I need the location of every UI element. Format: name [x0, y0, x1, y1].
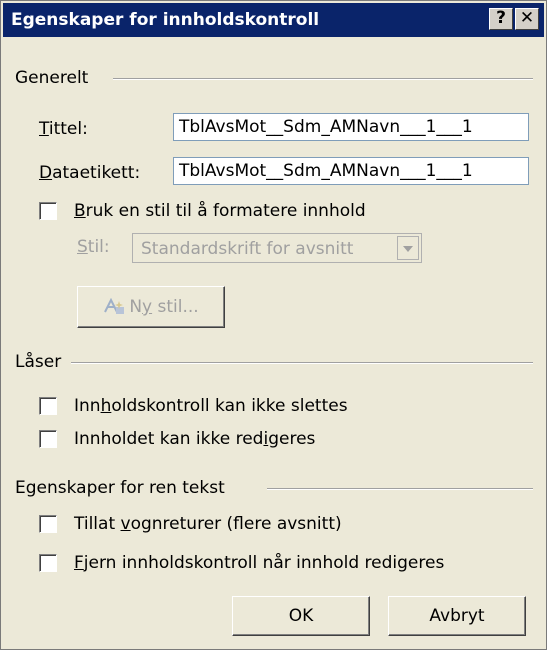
tag-label: Dataetikett: [39, 163, 141, 183]
remove-control-checkbox-row[interactable]: Fjern innholdskontroll når innhold redig… [39, 551, 444, 575]
remove-control-label: Fjern innholdskontroll når innhold redig… [74, 553, 445, 573]
new-style-button[interactable]: Ny stil... [77, 286, 225, 328]
tag-input[interactable]: TblAvsMot__Sdm_AMNavn___1___1 [173, 157, 529, 185]
title-label: Tittel: [39, 119, 88, 139]
remove-control-checkbox[interactable] [39, 554, 57, 572]
title-bar[interactable]: Egenskaper for innholdskontroll ? ✕ [3, 3, 544, 37]
cannot-edit-label: Innholdet kan ikke redigeres [74, 429, 316, 449]
content-control-properties-dialog: Egenskaper for innholdskontroll ? ✕ Gene… [0, 0, 547, 650]
help-button[interactable]: ? [489, 8, 513, 30]
group-header-locking: Låser [15, 352, 62, 372]
title-input[interactable]: TblAvsMot__Sdm_AMNavn___1___1 [173, 113, 529, 141]
style-dropdown-value: Standardskrift for avsnitt [141, 239, 354, 259]
dialog-title: Egenskaper for innholdskontroll [11, 10, 320, 30]
cancel-button[interactable]: Avbryt [388, 596, 526, 636]
style-label: Stil: [77, 237, 110, 257]
group-header-plain-text: Egenskaper for ren tekst [15, 478, 225, 498]
use-style-checkbox[interactable] [39, 202, 57, 220]
cannot-edit-checkbox-row[interactable]: Innholdet kan ikke redigeres [39, 427, 315, 451]
allow-returns-checkbox-row[interactable]: Tillat vognreturer (flere avsnitt) [39, 512, 342, 536]
group-divider [267, 488, 533, 490]
new-style-label: Ny stil... [129, 297, 199, 317]
cannot-delete-label: Innholdskontroll kan ikke slettes [74, 396, 348, 416]
close-button[interactable]: ✕ [515, 8, 539, 30]
cannot-edit-checkbox[interactable] [39, 430, 57, 448]
new-style-icon [103, 297, 125, 316]
group-divider [71, 362, 533, 364]
allow-returns-checkbox[interactable] [39, 515, 57, 533]
group-header-general: Generelt [15, 68, 89, 88]
use-style-label: Bruk en stil til å formatere innhold [74, 201, 366, 221]
style-dropdown[interactable]: Standardskrift for avsnitt [132, 233, 422, 263]
allow-returns-label: Tillat vognreturer (flere avsnitt) [74, 514, 342, 534]
use-style-checkbox-row[interactable]: Bruk en stil til å formatere innhold [39, 199, 366, 223]
ok-button[interactable]: OK [232, 596, 370, 636]
group-divider [113, 78, 533, 80]
cannot-delete-checkbox-row[interactable]: Innholdskontroll kan ikke slettes [39, 394, 348, 418]
cannot-delete-checkbox[interactable] [39, 397, 57, 415]
chevron-down-icon[interactable] [397, 236, 419, 260]
